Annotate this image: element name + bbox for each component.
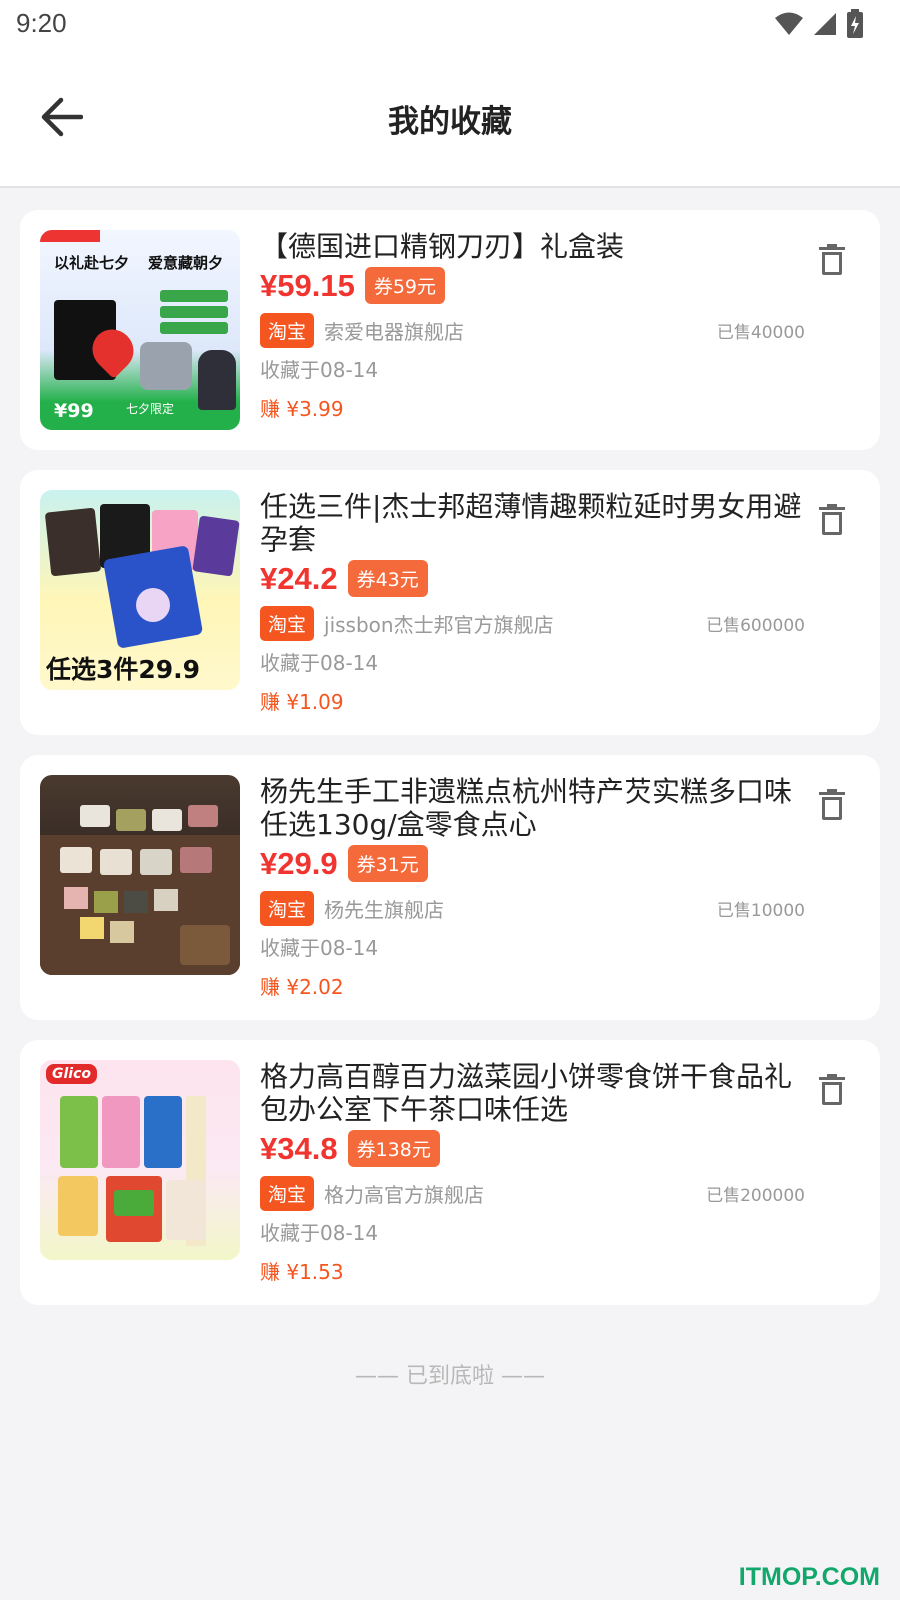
thumb-price-tag: ¥99 [54, 400, 94, 422]
favorite-item[interactable]: 以礼赴七夕 爱意藏朝夕 ¥99 七夕限定 【德国进口精钢刀刃】礼盒装 ¥59.1… [20, 210, 880, 450]
product-title[interactable]: 杨先生手工非遗糕点杭州特产芡实糕多口味任选130g/盒零食点心 [260, 775, 805, 841]
price-row: ¥34.8 券138元 [260, 1130, 805, 1167]
coupon-badge: 券31元 [347, 845, 428, 882]
wifi-icon [775, 12, 803, 35]
watermark: ITMOP.COM [738, 1563, 880, 1591]
shop-row: 淘宝 杨先生旗舰店 已售10000 [260, 890, 805, 926]
shop-name[interactable]: jissbon杰士邦官方旗舰店 [324, 609, 554, 638]
product-image[interactable]: 任选3件29.9 [40, 490, 240, 690]
trash-icon [819, 1074, 845, 1105]
sold-count: 已售10000 [716, 900, 805, 921]
status-time: 9:20 [16, 8, 67, 38]
product-info: 【德国进口精钢刀刃】礼盒装 ¥59.15 券59元 淘宝 索爱电器旗舰店 已售4… [260, 230, 805, 430]
product-price: ¥29.9 [260, 845, 338, 881]
platform-badge: 淘宝 [260, 605, 315, 641]
favorite-date: 收藏于08-14 [260, 936, 379, 960]
earn-amount: 赚 ¥2.02 [260, 975, 344, 999]
favorite-item[interactable]: 杨先生手工非遗糕点杭州特产芡实糕多口味任选130g/盒零食点心 ¥29.9 券3… [20, 755, 880, 1020]
trash-icon [819, 244, 845, 275]
favorite-date: 收藏于08-14 [260, 358, 379, 382]
sold-count: 已售200000 [706, 1185, 805, 1206]
shop-row: 淘宝 jissbon杰士邦官方旗舰店 已售600000 [260, 605, 805, 641]
earn-amount: 赚 ¥1.53 [260, 1260, 344, 1284]
coupon-badge: 券59元 [364, 267, 446, 304]
product-title[interactable]: 【德国进口精钢刀刃】礼盒装 [260, 230, 805, 263]
favorite-date: 收藏于08-14 [260, 651, 379, 675]
sold-count: 已售600000 [706, 615, 805, 636]
shop-name[interactable]: 格力高官方旗舰店 [324, 1179, 484, 1208]
delete-button[interactable] [814, 240, 850, 280]
platform-badge: 淘宝 [260, 312, 315, 348]
shop-row: 淘宝 索爱电器旗舰店 已售40000 [260, 312, 805, 348]
page-title: 我的收藏 [388, 104, 512, 140]
earn-amount: 赚 ¥1.09 [260, 690, 344, 714]
product-price: ¥59.15 [260, 267, 355, 303]
end-of-list-tip: —— 已到底啦 —— [355, 1364, 545, 1389]
status-bar: 9:20 [0, 0, 900, 52]
earn-amount: 赚 ¥3.99 [260, 397, 344, 421]
price-row: ¥59.15 券59元 [260, 267, 805, 304]
thumb-headline-1: 以礼赴七夕 [54, 254, 130, 272]
signal-icon [814, 13, 836, 35]
header: 我的收藏 [0, 52, 900, 188]
price-row: ¥24.2 券43元 [260, 560, 805, 597]
platform-badge: 淘宝 [260, 890, 315, 926]
product-info: 格力高百醇百力滋菜园小饼零食饼干食品礼包办公室下午茶口味任选 ¥34.8 券13… [260, 1060, 805, 1285]
product-price: ¥24.2 [260, 560, 338, 596]
favorite-item[interactable]: 任选3件29.9 任选三件|杰士邦超薄情趣颗粒延时男女用避孕套 ¥24.2 券4… [20, 470, 880, 735]
status-icons [774, 8, 864, 40]
product-price: ¥34.8 [260, 1130, 338, 1166]
thumb-promo: 七夕限定 [126, 402, 175, 416]
battery-icon [847, 9, 863, 38]
product-image[interactable] [40, 775, 240, 975]
product-title[interactable]: 格力高百醇百力滋菜园小饼零食饼干食品礼包办公室下午茶口味任选 [260, 1060, 805, 1126]
thumb-headline-2: 爱意藏朝夕 [148, 254, 224, 272]
thumb-brand-logo: Glico [46, 1064, 98, 1084]
favorites-list: 以礼赴七夕 爱意藏朝夕 ¥99 七夕限定 【德国进口精钢刀刃】礼盒装 ¥59.1… [20, 210, 880, 1325]
platform-badge: 淘宝 [260, 1175, 315, 1211]
product-image[interactable]: 以礼赴七夕 爱意藏朝夕 ¥99 七夕限定 [40, 230, 240, 430]
favorite-item[interactable]: Glico 格力高百醇百力滋菜园小饼零食饼干食品礼包办公室下午茶口味任选 ¥34… [20, 1040, 880, 1305]
favorite-date: 收藏于08-14 [260, 1221, 379, 1245]
shop-row: 淘宝 格力高官方旗舰店 已售200000 [260, 1175, 805, 1211]
product-info: 杨先生手工非遗糕点杭州特产芡实糕多口味任选130g/盒零食点心 ¥29.9 券3… [260, 775, 805, 1000]
sold-count: 已售40000 [716, 322, 805, 343]
coupon-badge: 券138元 [347, 1130, 440, 1167]
shop-name[interactable]: 杨先生旗舰店 [324, 894, 444, 923]
product-title[interactable]: 任选三件|杰士邦超薄情趣颗粒延时男女用避孕套 [260, 490, 805, 556]
trash-icon [819, 789, 845, 820]
delete-button[interactable] [814, 500, 850, 540]
product-image[interactable]: Glico [40, 1060, 240, 1260]
trash-icon [819, 504, 845, 535]
delete-button[interactable] [814, 1070, 850, 1110]
delete-button[interactable] [814, 785, 850, 825]
shop-name[interactable]: 索爱电器旗舰店 [324, 316, 464, 345]
price-row: ¥29.9 券31元 [260, 845, 805, 882]
product-info: 任选三件|杰士邦超薄情趣颗粒延时男女用避孕套 ¥24.2 券43元 淘宝 jis… [260, 490, 805, 715]
thumb-banner: 任选3件29.9 [46, 655, 201, 684]
coupon-badge: 券43元 [347, 560, 428, 597]
